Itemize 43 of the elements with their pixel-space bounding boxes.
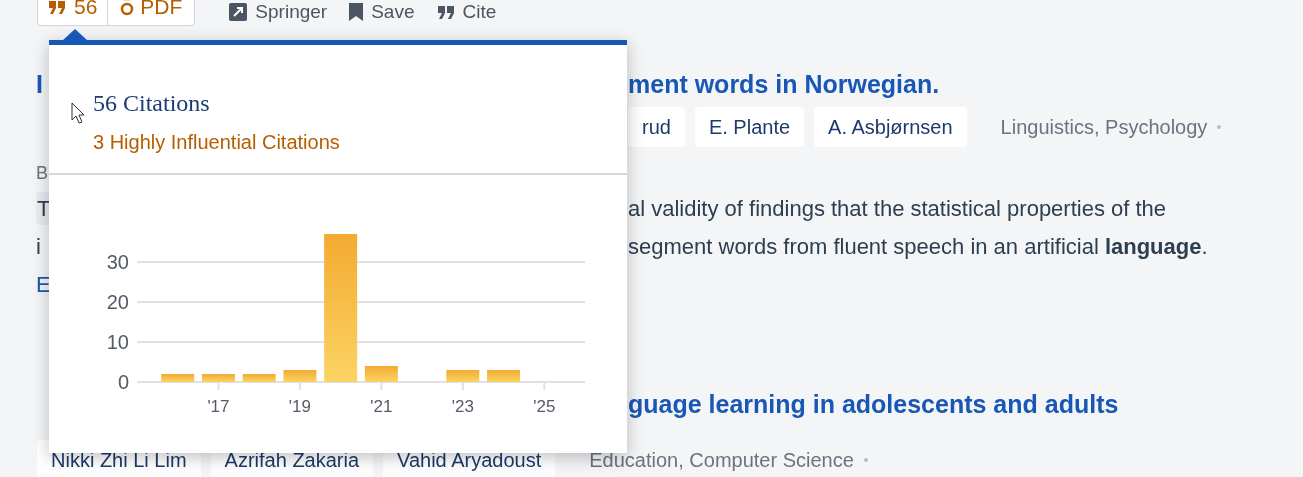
toolbar-link[interactable]: Save [349,1,415,23]
abstract-text: al validity of findings that the statistical properties of the [628,194,1167,223]
expand-link[interactable]: E [36,267,51,301]
chart-bar[interactable] [283,370,317,382]
cursor-icon [71,102,85,124]
axis-label: 0 [117,371,129,393]
quote-icon [48,0,66,15]
author-chip[interactable]: rud [628,107,685,147]
field-of-study: Linguistics, Psychology [1000,115,1208,140]
chart-bar[interactable] [487,370,521,382]
abstract-text: i [36,232,41,261]
chart-bar[interactable] [446,370,480,382]
paper-title[interactable]: ment words in Norwegian. [628,66,940,104]
quote-icon [436,4,455,20]
chart-bar[interactable] [364,366,398,382]
chart-bar[interactable] [161,374,195,382]
chart-bar[interactable] [242,374,276,382]
field-of-study: Education, Computer Science [589,448,854,473]
pdf-icon [120,0,135,16]
paper-title[interactable]: I [36,66,43,104]
label-text: B [36,161,48,185]
pdf-button[interactable]: PDF [107,0,195,25]
author-chip[interactable]: A. Asbjørnsen [814,107,967,147]
paper-title[interactable]: guage learning in adolescents and adults [628,386,1119,424]
axis-label: '23 [451,397,474,416]
axis-label: '21 [370,397,393,416]
axis-label: 30 [106,251,129,273]
chart-bar[interactable] [324,234,358,382]
toolbar-link[interactable]: Cite [436,1,497,23]
axis-label: '17 [207,397,230,416]
axis-label: 10 [106,331,129,353]
axis-label: '25 [533,397,556,416]
author-chip[interactable]: E. Plante [694,107,805,147]
abstract-text: segment words from fluent speech in an artificial language. [628,232,1208,261]
axis-label: 20 [106,291,129,313]
toolbar-link[interactable]: Springer [229,1,328,23]
external-link-icon [229,3,248,21]
influential-citations-link[interactable]: 3 Highly Influential Citations [93,127,627,157]
axis-label: '19 [288,397,311,416]
citations-title: 56 Citations [93,89,211,118]
citations-button[interactable]: 56 [38,0,108,25]
chart-bar[interactable] [201,374,235,382]
bookmark-icon [349,3,364,21]
